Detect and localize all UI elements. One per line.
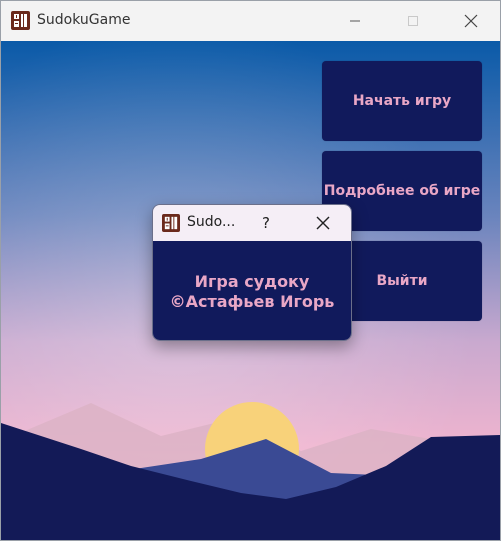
app-grid-icon xyxy=(11,11,30,30)
dialog-body: Игра судоку ©Астафьев Игорь xyxy=(153,241,351,340)
help-button[interactable]: ? xyxy=(251,205,281,241)
dialog-text-game: Игра судоку xyxy=(194,271,310,291)
about-dialog: Sudo... ? Игра судоку ©Астафьев Игорь xyxy=(152,204,352,341)
start-game-button[interactable]: Начать игру xyxy=(322,61,482,141)
title-bar[interactable]: SudokuGame xyxy=(1,1,500,41)
dialog-text-author: ©Астафьев Игорь xyxy=(169,291,335,311)
window-title: SudokuGame xyxy=(37,12,131,28)
dialog-title: Sudo... xyxy=(187,214,236,230)
close-icon xyxy=(316,216,330,230)
app-grid-icon xyxy=(162,214,180,232)
close-icon xyxy=(464,14,478,28)
maximize-button[interactable] xyxy=(384,1,442,41)
minimize-button[interactable] xyxy=(326,1,384,41)
maximize-icon xyxy=(408,16,418,26)
dialog-title-bar[interactable]: Sudo... ? xyxy=(153,205,351,241)
main-window: SudokuGame Начать игру Подробнее об игре… xyxy=(0,0,501,541)
minimize-icon xyxy=(350,20,360,22)
dialog-close-button[interactable] xyxy=(303,205,343,241)
close-button[interactable] xyxy=(442,1,500,41)
